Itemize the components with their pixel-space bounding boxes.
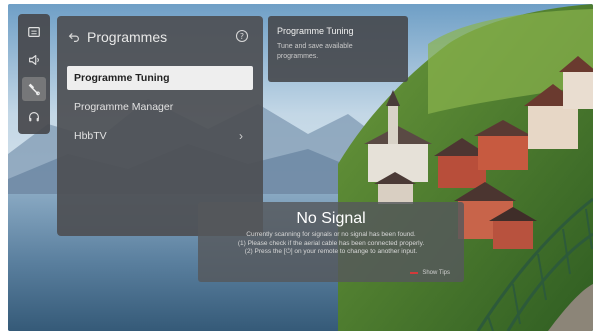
tv-screen: Programmes ? Programme Tuning Programme … <box>8 4 593 331</box>
svg-text:?: ? <box>240 32 244 41</box>
red-button-icon <box>410 272 419 274</box>
page-title: Programmes <box>87 29 168 45</box>
menu-item-programme-tuning[interactable]: Programme Tuning <box>67 66 253 90</box>
no-signal-message: Currently scanning for signals or no sig… <box>246 231 416 238</box>
no-signal-title: No Signal <box>296 210 366 227</box>
info-description-line: programmes. <box>277 53 319 60</box>
no-signal-dialog: No Signal Currently scanning for signals… <box>198 202 464 282</box>
no-signal-tip: (2) Press the [⏻] on your remote to chan… <box>244 248 418 255</box>
programmes-menu: Programme Tuning Programme Manager HbbTV… <box>67 66 253 153</box>
settings-wrench-icon <box>28 83 40 95</box>
panel-header: Programmes ? <box>67 26 253 48</box>
no-signal-tip: (1) Please check if the aerial cable has… <box>237 239 425 247</box>
rail-support[interactable] <box>22 106 46 130</box>
show-tips-button[interactable]: Show Tips <box>410 270 450 276</box>
help-icon[interactable]: ? <box>235 29 249 43</box>
info-description-line: Tune and save available <box>277 43 353 50</box>
menu-item-hbbtv[interactable]: HbbTV › <box>67 124 253 148</box>
menu-item-programme-manager[interactable]: Programme Manager <box>67 95 253 119</box>
picture-icon <box>28 26 40 37</box>
menu-item-label: Programme Tuning <box>74 72 170 84</box>
settings-category-rail <box>18 14 50 134</box>
info-tooltip: Programme Tuning Tune and save available… <box>268 16 408 82</box>
rail-general-settings[interactable] <box>22 77 46 101</box>
rail-picture[interactable] <box>22 20 46 44</box>
chevron-right-icon: › <box>239 129 243 143</box>
support-headset-icon <box>29 112 39 122</box>
show-tips-label: Show Tips <box>422 270 450 276</box>
menu-item-label: Programme Manager <box>74 101 174 113</box>
rail-sound[interactable] <box>22 49 46 73</box>
sound-icon <box>29 55 39 66</box>
info-title: Programme Tuning <box>277 26 354 36</box>
menu-item-label: HbbTV <box>74 130 107 142</box>
info-description: Tune and save available programmes. <box>277 42 399 62</box>
back-arrow-icon[interactable] <box>67 30 81 44</box>
